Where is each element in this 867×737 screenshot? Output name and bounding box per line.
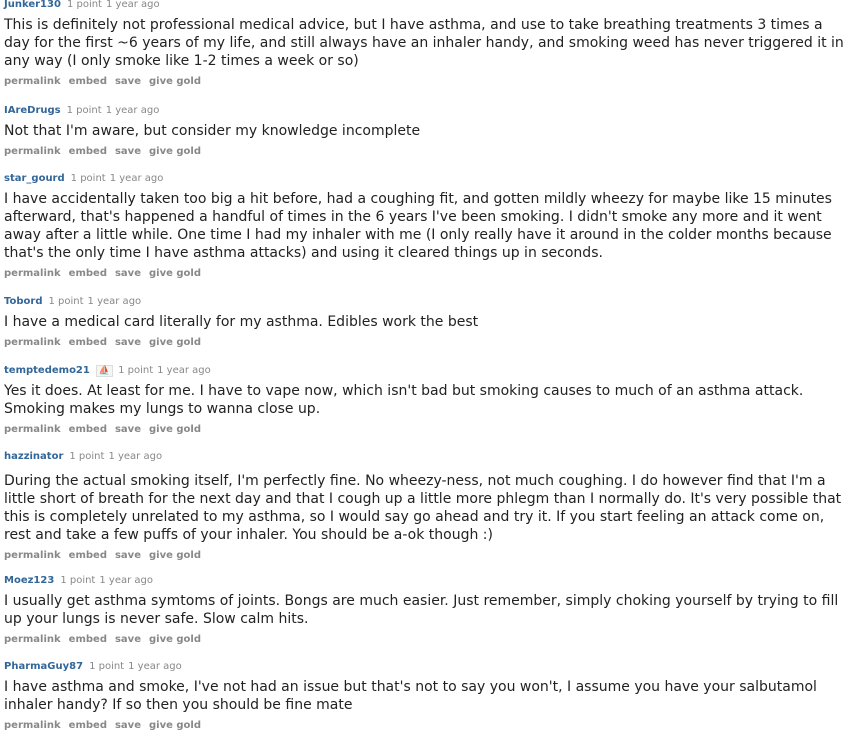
save-link[interactable]: save (115, 720, 141, 731)
give-gold-link[interactable]: give gold (149, 146, 201, 157)
embed-link[interactable]: embed (69, 337, 107, 348)
comment-body: Not that I'm aware, but consider my know… (4, 123, 421, 139)
save-link[interactable]: save (115, 146, 141, 157)
comment-actions: permalink embed save give gold (4, 719, 849, 733)
comment-time: 1 year ago (108, 451, 163, 462)
comment-time: 1 year ago (105, 105, 160, 116)
permalink-link[interactable]: permalink (4, 634, 61, 645)
embed-link[interactable]: embed (69, 720, 107, 731)
comment-body: I usually get asthma symtoms of joints. … (4, 593, 839, 627)
save-link[interactable]: save (115, 424, 141, 435)
comment-score: 1 point (60, 575, 96, 586)
comment-body: Yes it does. At least for me. I have to … (4, 383, 804, 417)
permalink-link[interactable]: permalink (4, 146, 61, 157)
comment-actions: permalink embed save give gold (4, 267, 849, 281)
comment-body: I have a medical card literally for my a… (4, 314, 479, 330)
comment-actions: permalink embed save give gold (4, 549, 849, 563)
comment-time: 1 year ago (128, 661, 182, 672)
comment: Moez123 1 point 1 year ago I usually get a… (4, 574, 849, 647)
give-gold-link[interactable]: give gold (149, 550, 201, 561)
user-flair-badge: ⛵ (95, 365, 114, 377)
comment-time: 1 year ago (109, 173, 164, 184)
comment-body: During the actual smoking itself, I'm pe… (4, 473, 842, 543)
comment-body: I have accidentally taken too big a hit … (4, 191, 832, 261)
comment-author-link[interactable]: temptedemo21 (4, 365, 90, 376)
permalink-link[interactable]: permalink (4, 720, 61, 731)
embed-link[interactable]: embed (69, 146, 107, 157)
comment-time: 1 year ago (105, 0, 160, 10)
comment-score: 1 point (66, 105, 102, 116)
comment-actions: permalink embed save give gold (4, 336, 849, 350)
comment-actions: permalink embed save give gold (4, 633, 849, 647)
comment-author-link[interactable]: hazzinator (4, 451, 63, 462)
embed-link[interactable]: embed (69, 268, 107, 279)
permalink-link[interactable]: permalink (4, 76, 61, 87)
comment-author-link[interactable]: star_gourd (4, 173, 65, 184)
comment-tagline: Moez123 1 point 1 year ago (4, 574, 849, 588)
comment-tagline: hazzinator 1 point 1 year ago (4, 450, 849, 464)
comment-author-link[interactable]: IAreDrugs (4, 105, 61, 116)
give-gold-link[interactable]: give gold (149, 76, 201, 87)
give-gold-link[interactable]: give gold (149, 337, 201, 348)
comment-actions: permalink embed save give gold (4, 423, 849, 437)
comment-body: This is definitely not professional medi… (4, 17, 844, 69)
comment-body: I have asthma and smoke, I've not had an… (4, 679, 817, 713)
comment-tagline: Junker130 1 point 1 year ago (4, 0, 849, 12)
embed-link[interactable]: embed (69, 550, 107, 561)
comment: hazzinator 1 point 1 year ago During the a… (4, 450, 849, 563)
comment: star_gourd 1 point 1 year ago I have accid… (4, 172, 849, 281)
save-link[interactable]: save (115, 76, 141, 87)
comment: PharmaGuy87 1 point 1 year ago I have asth… (4, 660, 849, 733)
comment-actions: permalink embed save give gold (4, 75, 849, 89)
give-gold-link[interactable]: give gold (149, 424, 201, 435)
permalink-link[interactable]: permalink (4, 337, 61, 348)
comment-time: 1 year ago (99, 575, 153, 586)
comment: IAreDrugs 1 point 1 year ago Not that I'm … (4, 104, 849, 159)
comment-list: Junker130 1 point 1 year ago This is defin… (0, 0, 867, 737)
save-link[interactable]: save (115, 268, 141, 279)
comment-score: 1 point (48, 296, 84, 307)
comment-actions: permalink embed save give gold (4, 145, 849, 159)
save-link[interactable]: save (115, 337, 141, 348)
save-link[interactable]: save (115, 634, 141, 645)
comment-tagline: temptedemo21 ⛵ 1 point 1 year ago (4, 364, 849, 378)
comment-tagline: IAreDrugs 1 point 1 year ago (4, 104, 849, 118)
permalink-link[interactable]: permalink (4, 268, 61, 279)
embed-link[interactable]: embed (69, 634, 107, 645)
comment: Tobord 1 point 1 year ago I have a medical… (4, 295, 849, 350)
embed-link[interactable]: embed (69, 76, 107, 87)
comment-author-link[interactable]: Junker130 (4, 0, 61, 10)
comment-tagline: star_gourd 1 point 1 year ago (4, 172, 849, 186)
comment-tagline: Tobord 1 point 1 year ago (4, 295, 849, 309)
comment-author-link[interactable]: Moez123 (4, 575, 54, 586)
comment-score: 1 point (69, 451, 105, 462)
comment-tagline: PharmaGuy87 1 point 1 year ago (4, 660, 849, 674)
comment-author-link[interactable]: PharmaGuy87 (4, 661, 83, 672)
give-gold-link[interactable]: give gold (149, 720, 201, 731)
give-gold-link[interactable]: give gold (149, 268, 201, 279)
comment-time: 1 year ago (87, 296, 142, 307)
permalink-link[interactable]: permalink (4, 424, 61, 435)
comment-time: 1 year ago (157, 365, 211, 376)
embed-link[interactable]: embed (69, 424, 107, 435)
give-gold-link[interactable]: give gold (149, 634, 201, 645)
comment: temptedemo21 ⛵ 1 point 1 year ago Yes it do… (4, 364, 849, 437)
save-link[interactable]: save (115, 550, 141, 561)
comment-score: 1 point (66, 0, 102, 10)
comment-score: 1 point (118, 365, 154, 376)
permalink-link[interactable]: permalink (4, 550, 61, 561)
comment: Junker130 1 point 1 year ago This is defin… (4, 0, 849, 89)
comment-score: 1 point (89, 661, 125, 672)
comment-score: 1 point (70, 173, 106, 184)
comment-author-link[interactable]: Tobord (4, 296, 42, 307)
